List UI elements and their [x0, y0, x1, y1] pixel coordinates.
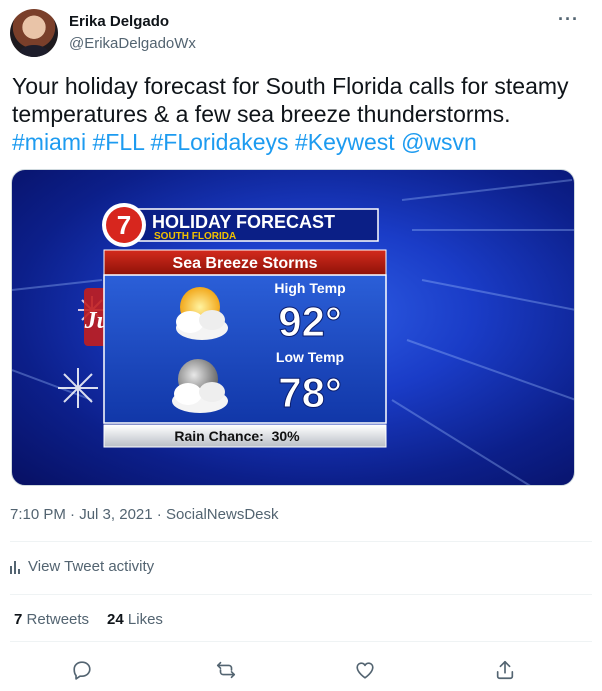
graphic-subtitle: SOUTH FLORIDA	[154, 231, 236, 242]
tweet-source[interactable]: SocialNewsDesk	[166, 506, 279, 523]
tweet-date[interactable]: Jul 3, 2021	[79, 506, 152, 523]
divider	[10, 594, 592, 595]
likes-link[interactable]: 24 Likes	[107, 611, 163, 628]
share-icon[interactable]	[490, 655, 520, 685]
hashtag-miami[interactable]: #miami	[12, 129, 86, 155]
hashtag-fll[interactable]: #FLL	[93, 129, 145, 155]
tweet-stats: 7 Retweets 24 Likes	[14, 611, 163, 628]
author-handle[interactable]: @ErikaDelgadoWx	[69, 35, 196, 52]
mention-wsvn[interactable]: @wsvn	[401, 129, 477, 155]
author-name[interactable]: Erika Delgado	[69, 13, 169, 30]
likes-count: 24	[107, 611, 124, 628]
like-heart-icon[interactable]	[350, 655, 380, 685]
retweets-count: 7	[14, 611, 23, 628]
title-bar: 7 HOLIDAY FORECAST SOUTH FLORIDA	[102, 203, 379, 247]
activity-chart-icon	[10, 560, 20, 574]
forecast-graphic: July 4th 7 HOLIDAY FORECAST SOUTH FLORID…	[12, 179, 574, 485]
tweet-text: Your holiday forecast for South Florida …	[12, 72, 587, 156]
low-temp-value: 78°	[278, 369, 342, 416]
retweets-link[interactable]: 7 Retweets	[14, 611, 89, 628]
divider	[10, 641, 592, 642]
meta-separator: ·	[65, 506, 80, 523]
hashtag-floridakeys[interactable]: #FLoridakeys	[150, 129, 288, 155]
divider	[10, 541, 592, 542]
retweets-label: Retweets	[26, 611, 90, 628]
high-temp-label: High Temp	[274, 280, 345, 296]
tweet-body: Your holiday forecast for South Florida …	[12, 73, 569, 127]
high-temp-value: 92°	[278, 298, 342, 345]
rain-chance-text: Rain Chance: 30%	[174, 428, 300, 444]
tweet-card: Erika Delgado @ErikaDelgadoWx ··· Your h…	[0, 0, 602, 691]
tweet-meta: 7:10 PM · Jul 3, 2021 · SocialNewsDesk	[10, 506, 279, 523]
avatar[interactable]	[10, 9, 58, 57]
action-bar	[0, 655, 602, 685]
more-dots-icon[interactable]: ···	[558, 10, 579, 28]
meta-separator: ·	[152, 506, 166, 523]
channel-logo: 7	[117, 210, 131, 240]
banner-text: Sea Breeze Storms	[173, 255, 318, 272]
forecast-image[interactable]: July 4th 7 HOLIDAY FORECAST SOUTH FLORID…	[11, 169, 575, 486]
tweet-time[interactable]: 7:10 PM	[10, 506, 66, 523]
graphic-title: HOLIDAY FORECAST	[152, 212, 335, 232]
hashtag-keywest[interactable]: #Keywest	[295, 129, 395, 155]
low-temp-label: Low Temp	[276, 349, 344, 365]
retweet-icon[interactable]	[211, 655, 241, 685]
activity-label: View Tweet activity	[28, 558, 155, 575]
reply-icon[interactable]	[67, 655, 97, 685]
likes-label: Likes	[127, 611, 163, 628]
view-activity-link[interactable]: View Tweet activity	[10, 558, 154, 575]
